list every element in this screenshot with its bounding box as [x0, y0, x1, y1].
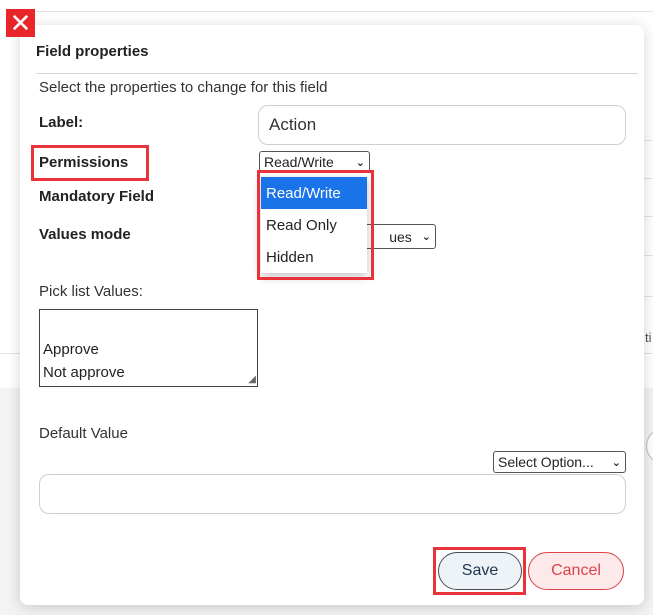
field-properties-dialog: Field properties Select the properties t…: [20, 25, 644, 605]
permissions-select[interactable]: Read/Write ⌄: [259, 151, 370, 173]
permissions-selected-value: Read/Write: [264, 154, 334, 170]
picklist-caption: Pick list Values:: [39, 283, 143, 300]
values-mode-caption: Values mode: [39, 226, 131, 243]
label-input[interactable]: Action: [258, 105, 626, 145]
chevron-down-icon: ⌄: [355, 156, 365, 169]
resize-handle-icon[interactable]: ◢: [248, 375, 256, 385]
permissions-option-read-only[interactable]: Read Only: [261, 209, 367, 241]
default-option-label: Select Option...: [498, 454, 594, 470]
permissions-option-hidden[interactable]: Hidden: [261, 241, 367, 273]
default-option-select[interactable]: Select Option... ⌄: [493, 451, 626, 473]
close-button[interactable]: ✕: [6, 9, 35, 37]
cancel-button[interactable]: Cancel: [528, 552, 624, 590]
bg-text-fragment: ti: [645, 330, 652, 345]
bg-divider: [36, 11, 653, 12]
label-input-value: Action: [269, 115, 317, 134]
chevron-down-icon: ⌄: [611, 456, 621, 469]
save-button[interactable]: Save: [438, 552, 522, 590]
title-divider: [36, 73, 638, 74]
default-value-input[interactable]: [39, 474, 626, 514]
chevron-down-icon: ⌄: [421, 231, 431, 243]
permissions-dropdown-list: Read/Write Read Only Hidden: [261, 177, 367, 273]
picklist-line: Not approve: [43, 364, 125, 381]
dialog-title: Field properties: [36, 43, 149, 60]
picklist-textarea[interactable]: Approve Not approve ◢: [39, 309, 258, 387]
mandatory-caption: Mandatory Field: [39, 188, 155, 205]
picklist-line: Approve: [43, 341, 99, 358]
dialog-intro: Select the properties to change for this…: [39, 79, 328, 96]
label-caption: Label:: [39, 114, 84, 131]
bg-divider: [0, 353, 20, 354]
default-value-caption: Default Value: [39, 425, 128, 442]
close-icon: ✕: [9, 8, 32, 38]
permissions-option-read-write[interactable]: Read/Write: [261, 177, 367, 209]
permissions-caption: Permissions: [39, 154, 129, 171]
values-mode-value: ues: [389, 228, 412, 245]
